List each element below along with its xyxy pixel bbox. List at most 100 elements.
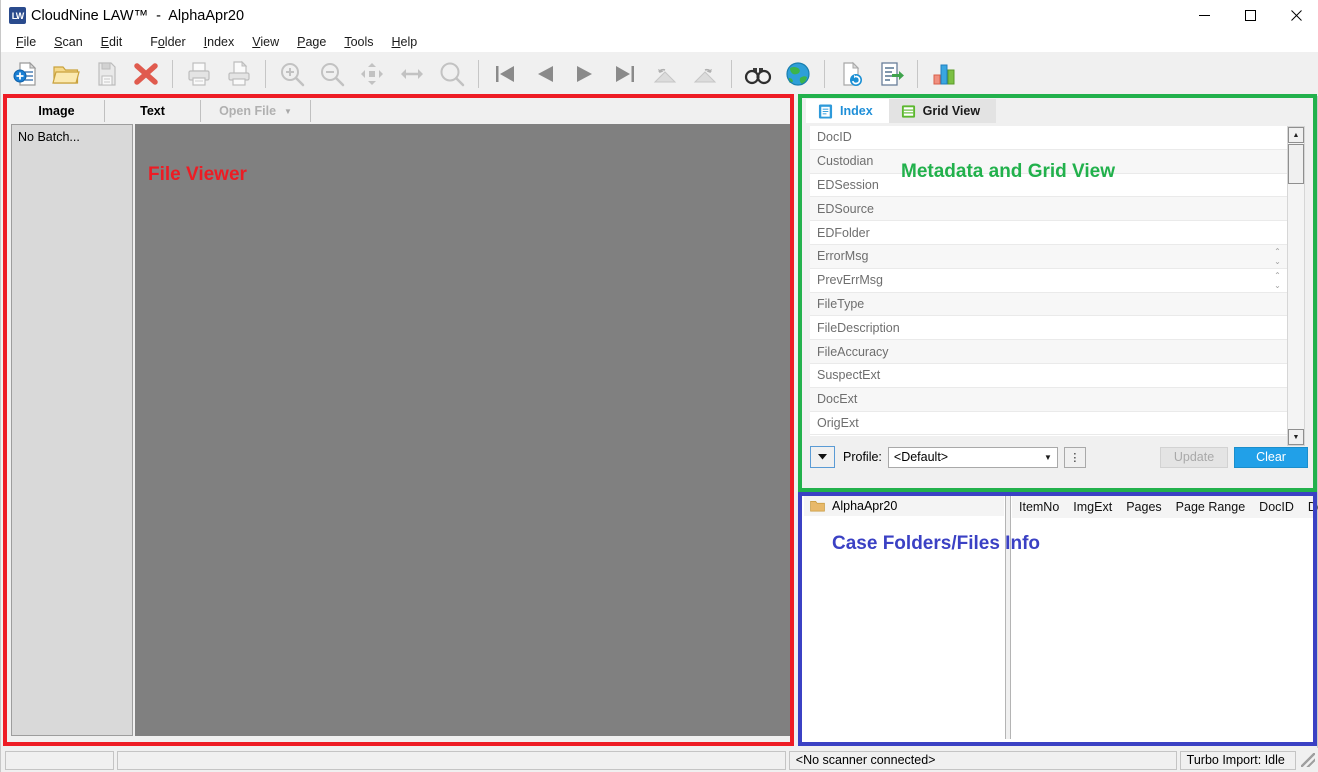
field-row[interactable]: DocID [810,126,1288,150]
last-page-icon[interactable] [605,54,645,94]
field-label: DocExt [817,392,858,407]
maximize-button[interactable] [1227,0,1273,31]
scrollbar-thumb[interactable] [1288,144,1304,184]
menu-file[interactable]: File [8,33,44,51]
refresh-document-icon[interactable] [831,54,871,94]
grid-column-header[interactable]: DocExt [1301,500,1318,514]
field-label: EDFolder [817,225,870,240]
menu-scan[interactable]: Scan [46,33,91,51]
status-cell-middle [117,750,786,770]
scroll-up-arrow-icon[interactable]: ▲ [1288,127,1304,143]
metadata-field-list[interactable]: DocID Custodian EDSession EDSource EDFol… [810,126,1288,436]
rotate-left-icon [645,54,685,94]
tab-open-file-label: Open File [219,104,277,118]
zoom-in-icon [272,54,312,94]
grid-column-header[interactable]: DocID [1252,500,1301,514]
profile-selected-value: <Default> [893,450,949,464]
save-document-icon [86,54,126,94]
field-row[interactable]: EDSession [810,174,1288,198]
field-row[interactable]: FileType [810,292,1288,317]
field-label: SuspectExt [817,368,881,383]
spinner-icon[interactable]: ⌃ ⌄ [1271,247,1284,267]
grid-column-header[interactable]: Pages [1119,500,1168,514]
field-row[interactable]: SuspectExt [810,364,1288,388]
field-row[interactable]: Custodian [810,149,1288,174]
expand-toggle-button[interactable] [810,446,835,468]
fit-page-icon [352,54,392,94]
tab-image[interactable]: Image [9,100,105,122]
menu-help[interactable]: Help [384,33,426,51]
field-row[interactable]: FileAccuracy [810,340,1288,364]
clear-button[interactable]: Clear [1234,446,1308,468]
export-document-icon[interactable] [871,54,911,94]
menu-tools[interactable]: Tools [336,33,381,51]
open-folder-icon[interactable] [46,54,86,94]
field-row[interactable]: EDFolder [810,221,1288,245]
tab-grid-view-label: Grid View [922,104,981,118]
folder-tree-pane[interactable]: AlphaApr20 [804,496,1004,738]
bar-chart-icon[interactable] [924,54,964,94]
field-label: FileDescription [817,320,900,335]
field-label: PrevErrMsg [817,273,883,288]
globe-icon[interactable] [778,54,818,94]
scroll-down-arrow-icon[interactable]: ▼ [1288,429,1304,445]
chevron-down-icon: ▼ [1043,452,1052,462]
binoculars-icon[interactable] [738,54,778,94]
tab-open-file[interactable]: Open File ▼ [201,100,311,122]
grid-column-header[interactable]: ItemNo [1012,500,1066,514]
batch-tree-label: No Batch... [18,130,80,144]
toolbar-separator [731,60,732,88]
field-row[interactable]: PrevErrMsg ⌃ ⌄ [810,269,1288,293]
fit-width-icon [392,54,432,94]
toolbar-separator [265,60,266,88]
first-page-icon[interactable] [485,54,525,94]
folder-tree-root[interactable]: AlphaApr20 [804,496,1004,516]
case-panel-splitter[interactable] [1005,496,1011,739]
menu-view[interactable]: View [244,33,287,51]
batch-tree-panel[interactable]: No Batch... [11,124,133,736]
file-viewer-panel: Image Text Open File ▼ No Batch... [5,96,794,744]
grid-column-header[interactable]: ImgExt [1066,500,1119,514]
rotate-right-icon [685,54,725,94]
profile-select[interactable]: <Default> ▼ [887,446,1058,468]
update-button-label: Update [1173,450,1215,464]
cloudnine-law-logo-icon: LW [9,7,26,24]
menu-index[interactable]: Index [196,33,243,51]
field-row[interactable]: FileDescription [810,316,1288,341]
tab-text[interactable]: Text [105,100,201,122]
minimize-button[interactable] [1181,0,1227,31]
field-row[interactable]: DocExt [810,387,1288,412]
field-label: DocID [817,130,852,145]
field-row[interactable]: OrigExt [810,412,1288,436]
metadata-scrollbar[interactable]: ▲ ▼ [1287,126,1305,446]
delete-icon[interactable] [126,54,166,94]
menu-page[interactable]: Page [289,33,334,51]
close-button[interactable] [1273,0,1318,31]
print-icon [179,54,219,94]
new-document-icon[interactable] [6,54,46,94]
field-label: EDSession [817,177,879,192]
image-viewer-canvas[interactable] [135,124,790,736]
magnifier-icon [432,54,472,94]
title-bar: LW CloudNine LAW™ - AlphaApr20 [1,0,1318,31]
zoom-out-icon [312,54,352,94]
field-row[interactable]: EDSource [810,197,1288,222]
menu-folder[interactable]: Folder [142,33,193,51]
update-button[interactable]: Update [1160,446,1228,468]
tab-index[interactable]: Index [806,99,889,123]
next-page-icon[interactable] [565,54,605,94]
field-row[interactable]: ErrorMsg ⌃ ⌄ [810,244,1288,269]
menu-edit[interactable]: Edit [93,33,131,51]
grid-column-header[interactable]: Page Range [1169,500,1253,514]
resize-grip-icon[interactable] [1301,753,1316,767]
tab-grid-view[interactable]: Grid View [888,99,997,123]
main-toolbar [1,52,1318,96]
files-grid-header: ItemNo ImgExt Pages Page Range DocID Doc… [1012,496,1318,518]
spinner-icon[interactable]: ⌃ ⌄ [1271,271,1284,291]
window-title: CloudNine LAW™ - AlphaApr20 [31,7,245,24]
files-grid-pane[interactable]: ItemNo ImgExt Pages Page Range DocID Doc… [1012,496,1318,738]
previous-page-icon[interactable] [525,54,565,94]
profile-options-button[interactable]: ⋮ [1063,446,1086,468]
index-tab-strip: Index Grid View [806,99,997,123]
law-application-window: LW CloudNine LAW™ - AlphaApr20 File Scan… [0,0,1318,772]
